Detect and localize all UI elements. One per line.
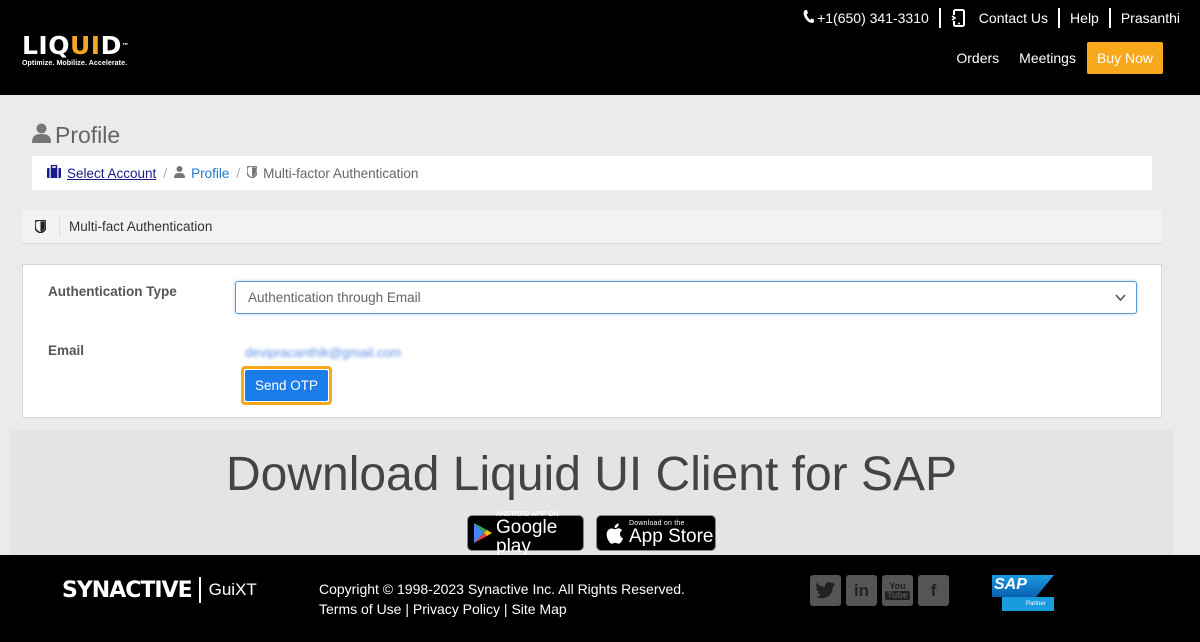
- privacy-link[interactable]: Privacy Policy: [413, 601, 500, 617]
- breadcrumb-separator: /: [163, 165, 168, 181]
- download-band: Download Liquid UI Client for SAP ANDROI…: [10, 430, 1173, 556]
- social-links: in You Tube f: [810, 575, 954, 606]
- user-icon: [32, 122, 51, 149]
- nav-meetings[interactable]: Meetings: [1019, 50, 1076, 66]
- buy-now-button[interactable]: Buy Now: [1086, 42, 1163, 74]
- sap-partner-logo[interactable]: SAP Partner: [992, 575, 1054, 611]
- facebook-icon[interactable]: f: [918, 575, 949, 606]
- youtube-icon[interactable]: You Tube: [882, 575, 913, 606]
- app-store-badge[interactable]: Download on the App Store: [596, 515, 716, 551]
- google-play-badge[interactable]: ANDROID APP ON Google play: [467, 511, 584, 556]
- apple-icon: [606, 522, 623, 544]
- breadcrumb-item-mfa: Multi-factor Authentication: [246, 164, 418, 181]
- shield-icon: [246, 164, 258, 181]
- email-value: devipracanthik@gmail.com: [245, 345, 402, 360]
- main-content: Profile Select Account / Profile / Multi…: [0, 95, 1200, 556]
- mobile-phone-icon: [950, 9, 967, 27]
- chevron-down-icon: [1115, 282, 1126, 326]
- page-title: Profile: [32, 122, 120, 149]
- briefcase-icon: [47, 164, 61, 181]
- twitter-icon[interactable]: [810, 575, 841, 606]
- email-label: Email: [48, 343, 85, 358]
- user-menu[interactable]: Prasanthi: [1111, 8, 1180, 28]
- liquid-logo[interactable]: LIQUID™ Optimize. Mobilize. Accelerate.: [22, 32, 152, 72]
- main-nav: Orders Meetings Buy Now: [936, 42, 1163, 74]
- contact-us-link[interactable]: Contact Us: [941, 8, 1058, 28]
- mfa-form: Authentication Type Authentication throu…: [22, 264, 1162, 418]
- mfa-panel-header: Multi-fact Authentication: [22, 210, 1162, 244]
- google-play-icon: [473, 522, 493, 544]
- send-otp-button[interactable]: Send OTP: [241, 366, 332, 405]
- top-utility-bar: +1(650) 341-3310 Contact Us Help Prasant…: [793, 8, 1180, 28]
- divider: [198, 577, 201, 603]
- auth-type-label: Authentication Type: [48, 284, 177, 299]
- help-link[interactable]: Help: [1060, 8, 1109, 28]
- breadcrumb-item-profile[interactable]: Profile: [174, 165, 229, 181]
- breadcrumb: Select Account / Profile / Multi-factor …: [32, 156, 1152, 190]
- site-header: LIQUID™ Optimize. Mobilize. Accelerate. …: [0, 0, 1200, 95]
- nav-orders[interactable]: Orders: [956, 50, 999, 66]
- phone-icon: [803, 9, 815, 27]
- terms-link[interactable]: Terms of Use: [319, 601, 401, 617]
- site-footer: SYNACTIVE GuiXT Copyright © 1998-2023 Sy…: [0, 555, 1200, 642]
- panel-title: Multi-fact Authentication: [69, 219, 213, 234]
- phone-link[interactable]: +1(650) 341-3310: [793, 8, 939, 28]
- logo-tagline: Optimize. Mobilize. Accelerate.: [22, 60, 128, 67]
- linkedin-icon[interactable]: in: [846, 575, 877, 606]
- download-title: Download Liquid UI Client for SAP: [225, 448, 958, 501]
- synactive-logo[interactable]: SYNACTIVE GuiXT: [62, 577, 257, 603]
- sitemap-link[interactable]: Site Map: [511, 601, 566, 617]
- shield-icon: [22, 216, 60, 237]
- user-icon: [174, 165, 186, 181]
- auth-type-select[interactable]: Authentication through Email: [235, 281, 1137, 314]
- breadcrumb-separator: /: [236, 165, 241, 181]
- footer-copyright: Copyright © 1998-2023 Synactive Inc. All…: [319, 581, 685, 617]
- breadcrumb-item-select-account[interactable]: Select Account: [47, 164, 156, 181]
